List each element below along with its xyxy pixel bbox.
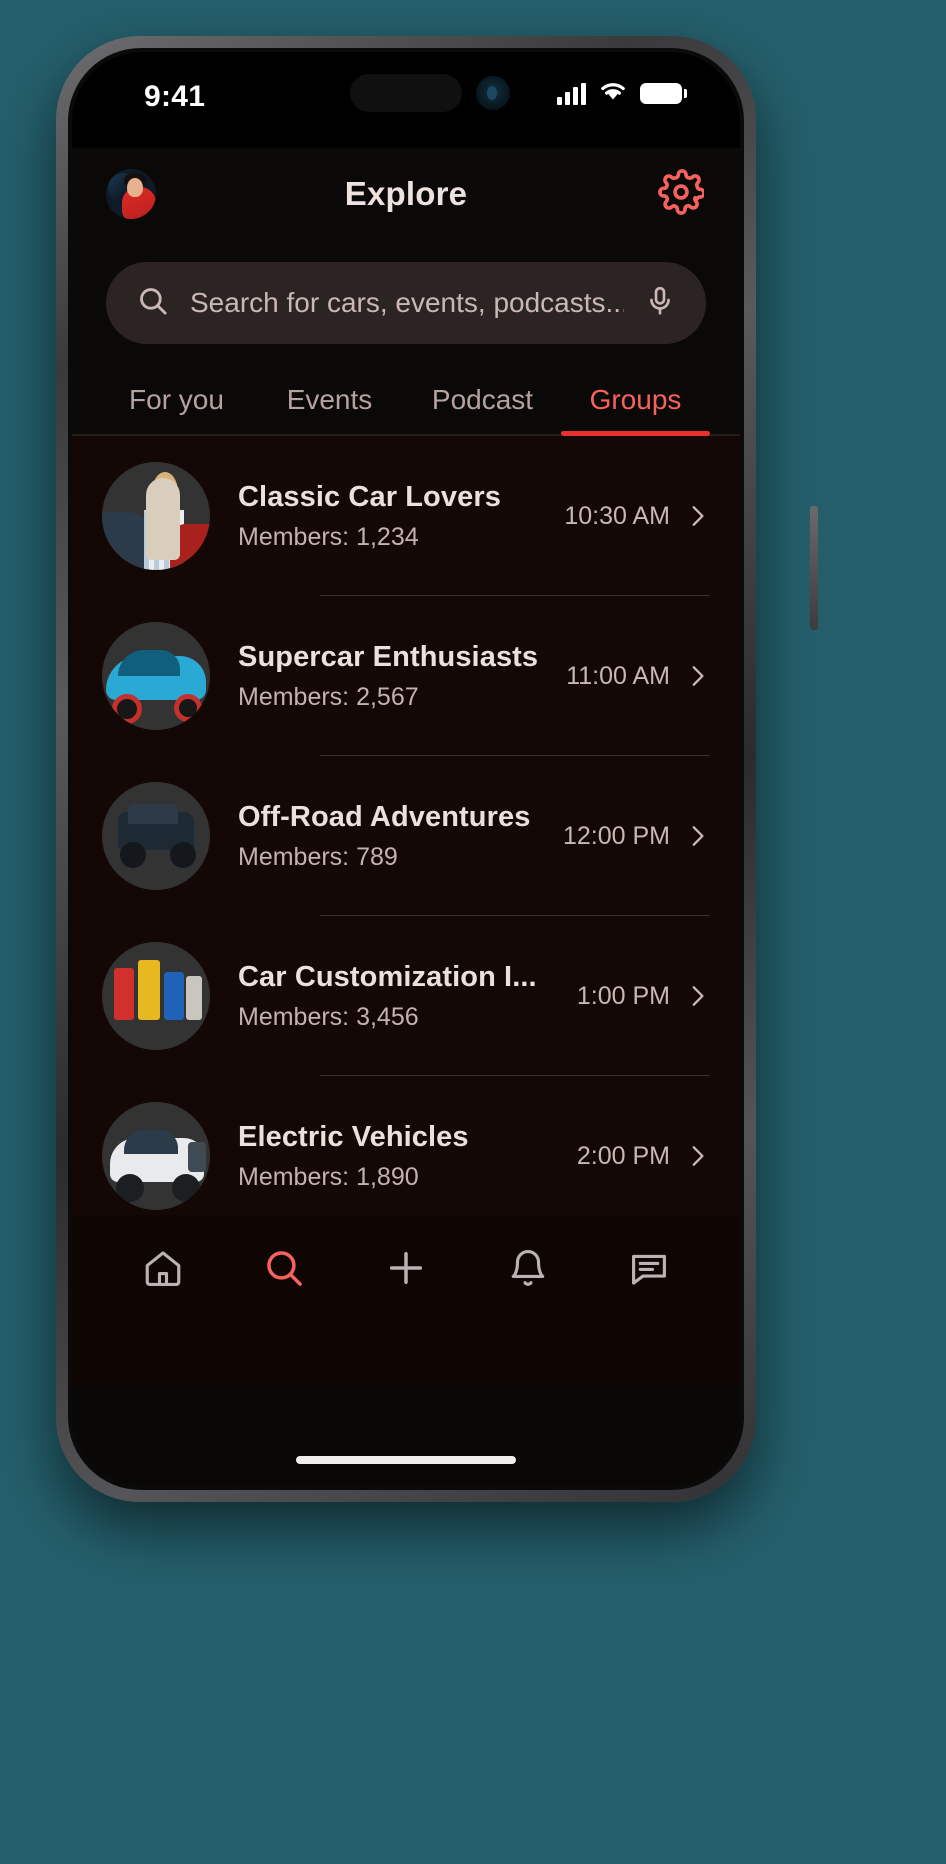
search-bar[interactable] (106, 262, 706, 344)
table-row[interactable]: Electric Vehicles Members: 1,890 2:00 PM (72, 1076, 740, 1215)
table-row[interactable]: Classic Car Lovers Members: 1,234 10:30 … (72, 436, 740, 596)
table-row[interactable]: Supercar Enthusiasts Members: 2,567 11:0… (72, 596, 740, 756)
screenshot-stage: 9:41 (0, 0, 946, 1864)
group-thumbnail (102, 622, 210, 730)
group-name: Electric Vehicles (238, 1120, 563, 1156)
front-camera (476, 76, 510, 110)
home-indicator[interactable] (296, 1456, 516, 1464)
user-avatar[interactable] (106, 169, 156, 219)
bottom-navigation-bar (72, 1215, 740, 1325)
group-members: Members: 789 (238, 843, 549, 872)
power-button[interactable] (810, 506, 818, 630)
tab-for-you[interactable]: For you (100, 370, 253, 434)
cellular-signal-icon (557, 83, 586, 105)
phone-bezel: 9:41 (68, 48, 744, 1490)
group-thumbnail (102, 942, 210, 1050)
group-name: Supercar Enthusiasts (238, 640, 552, 676)
group-name: Classic Car Lovers (238, 480, 550, 516)
group-thumbnail (102, 462, 210, 570)
tab-events[interactable]: Events (253, 370, 406, 434)
chevron-right-icon[interactable] (670, 663, 710, 689)
group-members: Members: 2,567 (238, 683, 552, 712)
group-members: Members: 3,456 (238, 1003, 563, 1032)
group-time: 11:00 AM (566, 662, 670, 691)
group-info: Car Customization I... Members: 3,456 (210, 960, 577, 1033)
home-icon (142, 1247, 184, 1294)
page-title: Explore (345, 175, 467, 213)
plus-icon (384, 1246, 428, 1295)
group-info: Supercar Enthusiasts Members: 2,567 (210, 640, 566, 713)
nav-messages-button[interactable] (611, 1232, 687, 1308)
group-time: 1:00 PM (577, 982, 670, 1011)
tab-groups[interactable]: Groups (559, 370, 712, 434)
chevron-right-icon[interactable] (670, 823, 710, 849)
phone-screen: 9:41 (72, 52, 740, 1486)
group-time: 10:30 AM (564, 502, 670, 531)
dynamic-island (350, 74, 462, 112)
gear-icon (658, 169, 704, 220)
bottom-safe-area (72, 1325, 740, 1385)
search-section (72, 240, 740, 370)
table-row[interactable]: Car Customization I... Members: 3,456 1:… (72, 916, 740, 1076)
status-bar: 9:41 (72, 52, 740, 148)
group-name: Car Customization I... (238, 960, 563, 996)
table-row[interactable]: Off-Road Adventures Members: 789 12:00 P… (72, 756, 740, 916)
microphone-icon[interactable] (644, 285, 676, 322)
nav-search-button[interactable] (246, 1232, 322, 1308)
group-info: Electric Vehicles Members: 1,890 (210, 1120, 577, 1193)
search-icon (136, 284, 170, 323)
group-members: Members: 1,890 (238, 1163, 563, 1192)
nav-add-button[interactable] (368, 1232, 444, 1308)
group-time: 2:00 PM (577, 1142, 670, 1171)
nav-notifications-button[interactable] (490, 1232, 566, 1308)
group-info: Off-Road Adventures Members: 789 (210, 800, 563, 873)
chevron-right-icon[interactable] (670, 503, 710, 529)
status-indicators (557, 80, 682, 107)
search-input[interactable] (190, 287, 624, 319)
chevron-right-icon[interactable] (670, 1143, 710, 1169)
group-time: 12:00 PM (563, 822, 670, 851)
battery-icon (640, 83, 682, 104)
groups-list[interactable]: Classic Car Lovers Members: 1,234 10:30 … (72, 436, 740, 1215)
chat-bubble-icon (628, 1247, 670, 1294)
app-header: Explore (72, 148, 740, 240)
avatar-face (127, 178, 143, 197)
bell-icon (507, 1247, 549, 1294)
settings-button[interactable] (656, 169, 706, 219)
search-icon (262, 1246, 306, 1295)
tab-podcast[interactable]: Podcast (406, 370, 559, 434)
status-time: 9:41 (144, 80, 205, 114)
group-thumbnail (102, 782, 210, 890)
group-thumbnail (102, 1102, 210, 1210)
nav-home-button[interactable] (125, 1232, 201, 1308)
group-members: Members: 1,234 (238, 523, 550, 552)
group-info: Classic Car Lovers Members: 1,234 (210, 480, 564, 553)
wifi-icon (598, 80, 628, 107)
group-name: Off-Road Adventures (238, 800, 549, 836)
chevron-right-icon[interactable] (670, 983, 710, 1009)
phone-frame: 9:41 (56, 36, 756, 1502)
tab-bar: For you Events Podcast Groups (72, 370, 740, 436)
